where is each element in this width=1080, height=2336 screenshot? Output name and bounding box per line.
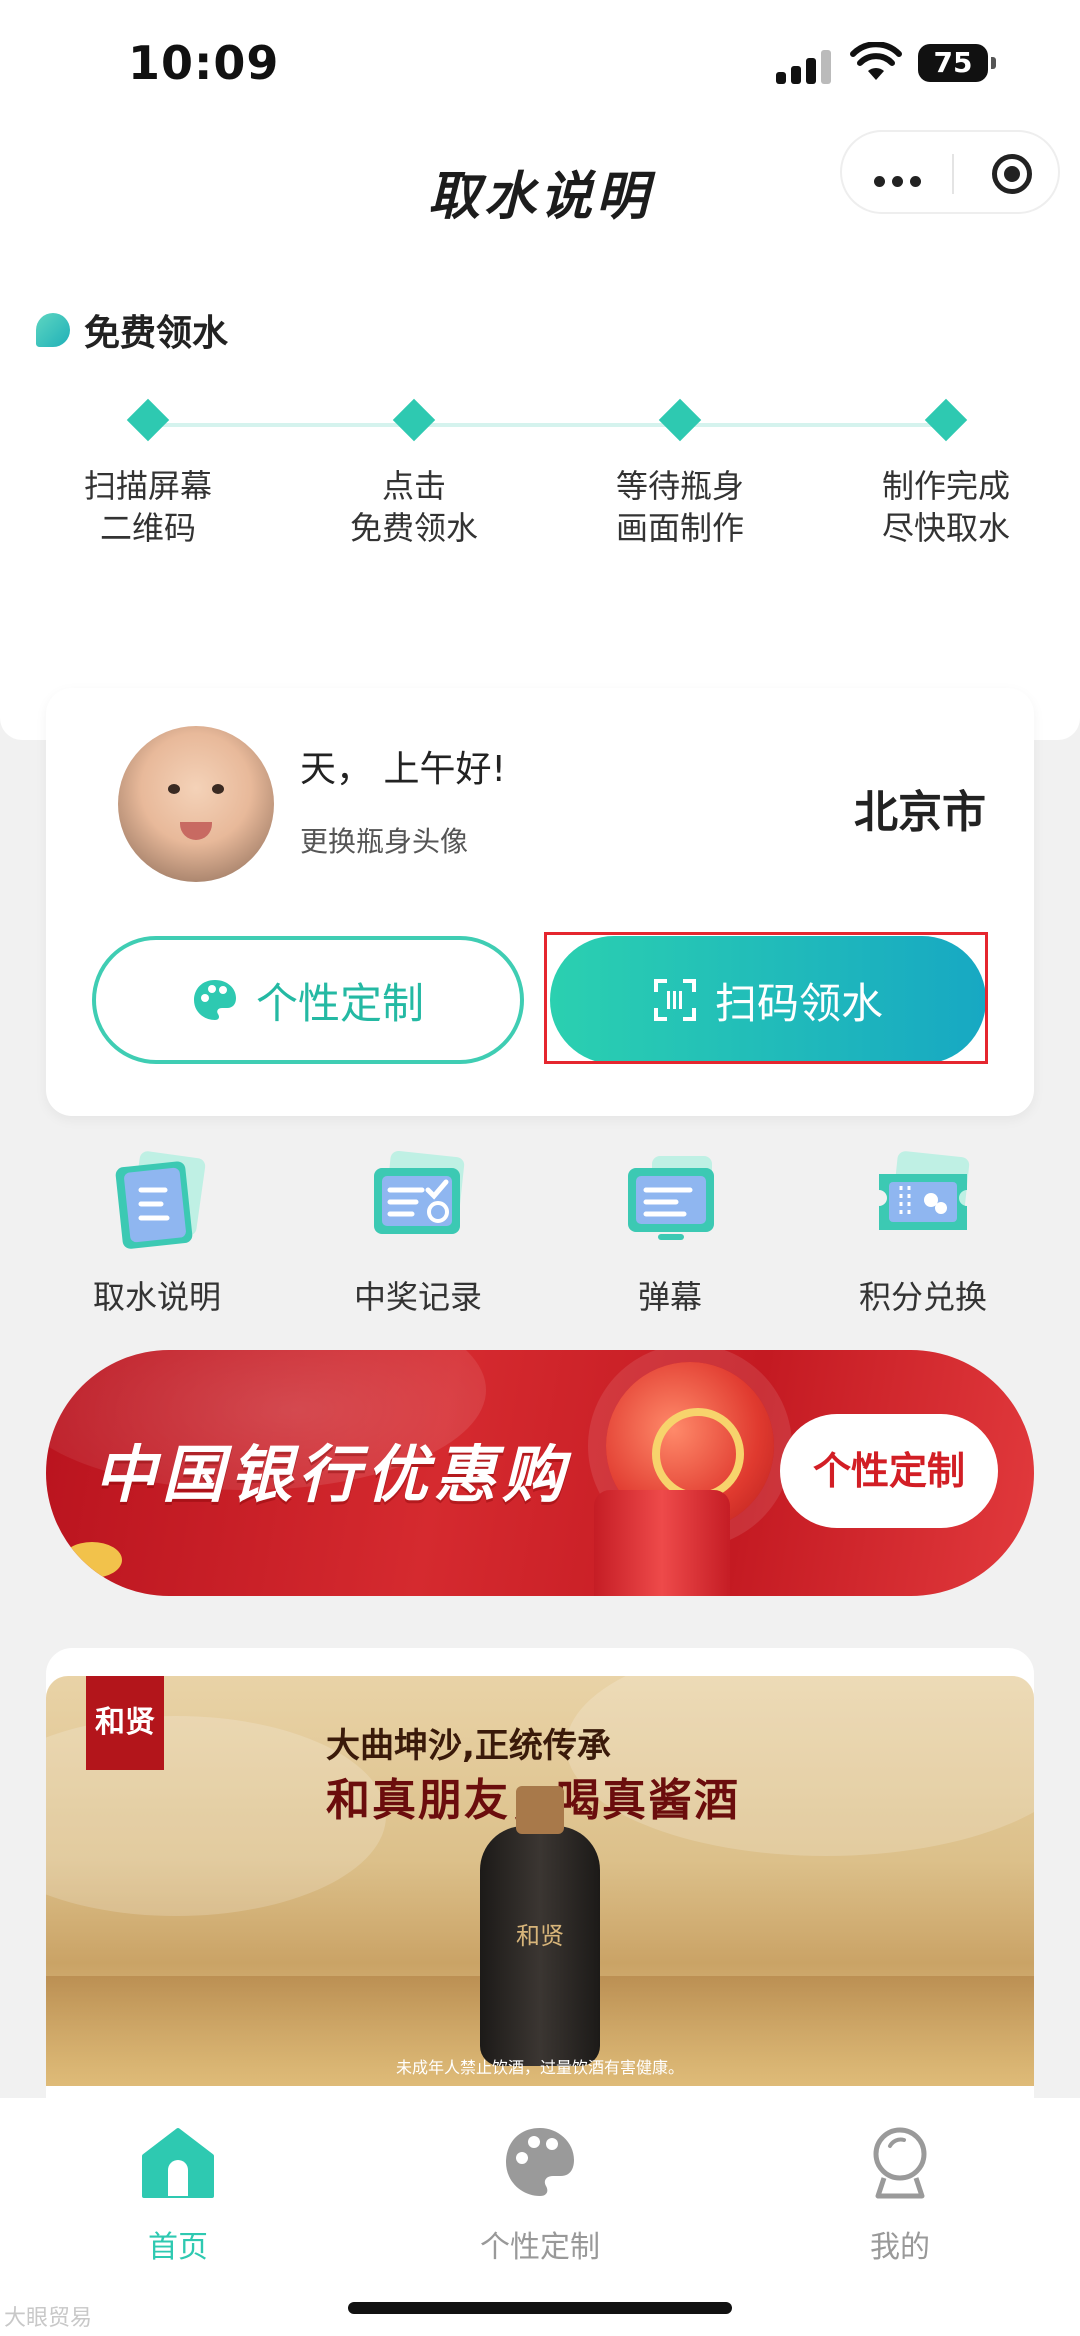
quick-menu-label: 取水说明 [92, 1278, 221, 1316]
tab-label: 个性定制 [480, 2230, 600, 2265]
profile-icon [873, 2127, 927, 2199]
banner-podium [594, 1490, 730, 1596]
section-header: 免费领水 [36, 304, 228, 356]
home-icon [142, 2128, 214, 2198]
step-marker-icon [126, 398, 170, 442]
tab-label: 我的 [870, 2230, 930, 2265]
battery-icon: 75 [918, 44, 996, 82]
city-selector[interactable]: 北京市 [854, 776, 986, 840]
nav-bar: 取水说明 [0, 130, 1080, 250]
change-avatar-link[interactable]: 更换瓶身头像 [300, 820, 468, 860]
banner-customize-button[interactable]: 个性定制 [780, 1414, 998, 1528]
avatar[interactable] [118, 726, 274, 882]
ad-warning: 未成年人禁止饮酒，过量饮酒有害健康。 [395, 2058, 684, 2077]
step-text-line2: 免费领水 [349, 509, 478, 547]
step-text-line1: 制作完成 [881, 467, 1010, 505]
bank-promo-banner[interactable]: 中国银行优惠购 个性定制 [46, 1350, 1034, 1596]
bottle-image: 和贤 [480, 1786, 600, 2066]
quick-menu-danmaku[interactable]: 弹幕 [555, 1150, 785, 1318]
step-text-line1: 点击 [381, 467, 446, 505]
ad-card: 和贤 大曲坤沙,正统传承 和真朋友，喝真酱酒 和贤 未成年人禁止饮酒，过量饮酒有… [46, 1648, 1034, 2108]
danmaku-icon [628, 1156, 714, 1240]
points-exchange-icon [879, 1151, 970, 1230]
tab-profile[interactable]: 我的 [800, 2122, 1000, 2266]
step-4: 制作完成 尽快取水 [836, 398, 1056, 549]
liquor-ad-banner[interactable]: 和贤 大曲坤沙,正统传承 和真朋友，喝真酱酒 和贤 未成年人禁止饮酒，过量饮酒有… [46, 1676, 1034, 2086]
prize-record-icon [374, 1150, 465, 1234]
step-marker-icon [392, 398, 436, 442]
section-title: 免费领水 [84, 313, 229, 354]
wifi-icon [850, 42, 902, 80]
more-icon[interactable] [874, 172, 928, 191]
brand-logo: 和贤 [86, 1676, 164, 1770]
quick-menu-points-exchange[interactable]: 积分兑换 [808, 1150, 1038, 1318]
tab-bar: 首页 个性定制 我的 [0, 2098, 1080, 2336]
steps-connector-line [148, 423, 948, 427]
greeting-text: 天， 上午好! [300, 749, 506, 790]
quick-menu-label: 积分兑换 [858, 1278, 987, 1316]
step-text-line1: 等待瓶身 [615, 467, 744, 505]
step-1: 扫描屏幕 二维码 [38, 398, 258, 549]
tab-label: 首页 [148, 2230, 208, 2265]
instructions-icon [115, 1151, 206, 1249]
step-marker-icon [924, 398, 968, 442]
capsule-divider [952, 154, 954, 194]
step-text-line2: 尽快取水 [881, 509, 1010, 547]
tab-home[interactable]: 首页 [78, 2122, 278, 2266]
section-bullet-icon [36, 313, 70, 347]
step-2: 点击 免费领水 [304, 398, 524, 549]
customize-button-label: 个性定制 [255, 978, 424, 1028]
step-text-line2: 画面制作 [615, 509, 744, 547]
step-marker-icon [658, 398, 702, 442]
quick-menu-label: 中奖记录 [353, 1278, 482, 1316]
close-miniprogram-icon[interactable] [992, 154, 1032, 194]
bottle-label: 和贤 [516, 1922, 564, 1950]
free-water-steps-panel: 免费领水 扫描屏幕 二维码 点击 免费领水 等待瓶身 画面制作 制作完成 尽快取… [0, 250, 1080, 740]
home-indicator[interactable] [348, 2302, 732, 2314]
app-page: 10:09 75 取水说明 免费领水 扫描屏幕 二维码 点击 免费领水 等待瓶身… [0, 0, 1080, 2336]
palette-icon [506, 2128, 574, 2196]
status-bar: 10:09 75 [0, 0, 1080, 130]
tab-customize[interactable]: 个性定制 [440, 2122, 640, 2266]
quick-menu-prize-record[interactable]: 中奖记录 [303, 1150, 533, 1318]
quick-menu-label: 弹幕 [637, 1278, 702, 1316]
ad-subtitle: 大曲坤沙,正统传承 [326, 1726, 611, 1766]
quick-menu-instructions[interactable]: 取水说明 [42, 1150, 272, 1318]
cellular-signal-icon [776, 48, 834, 84]
banner-title: 中国银行优惠购 [94, 1438, 571, 1511]
customize-button[interactable]: 个性定制 [92, 936, 524, 1064]
miniprogram-capsule [840, 130, 1060, 214]
status-time: 10:09 [128, 36, 280, 90]
watermark: 大眼贸易 [4, 2306, 93, 2331]
step-3: 等待瓶身 画面制作 [570, 398, 790, 549]
gold-coin-decoration [62, 1542, 122, 1578]
step-text-line1: 扫描屏幕 [83, 467, 212, 505]
step-text-line2: 二维码 [99, 509, 196, 547]
palette-icon [193, 980, 236, 1020]
highlight-box [544, 932, 988, 1064]
